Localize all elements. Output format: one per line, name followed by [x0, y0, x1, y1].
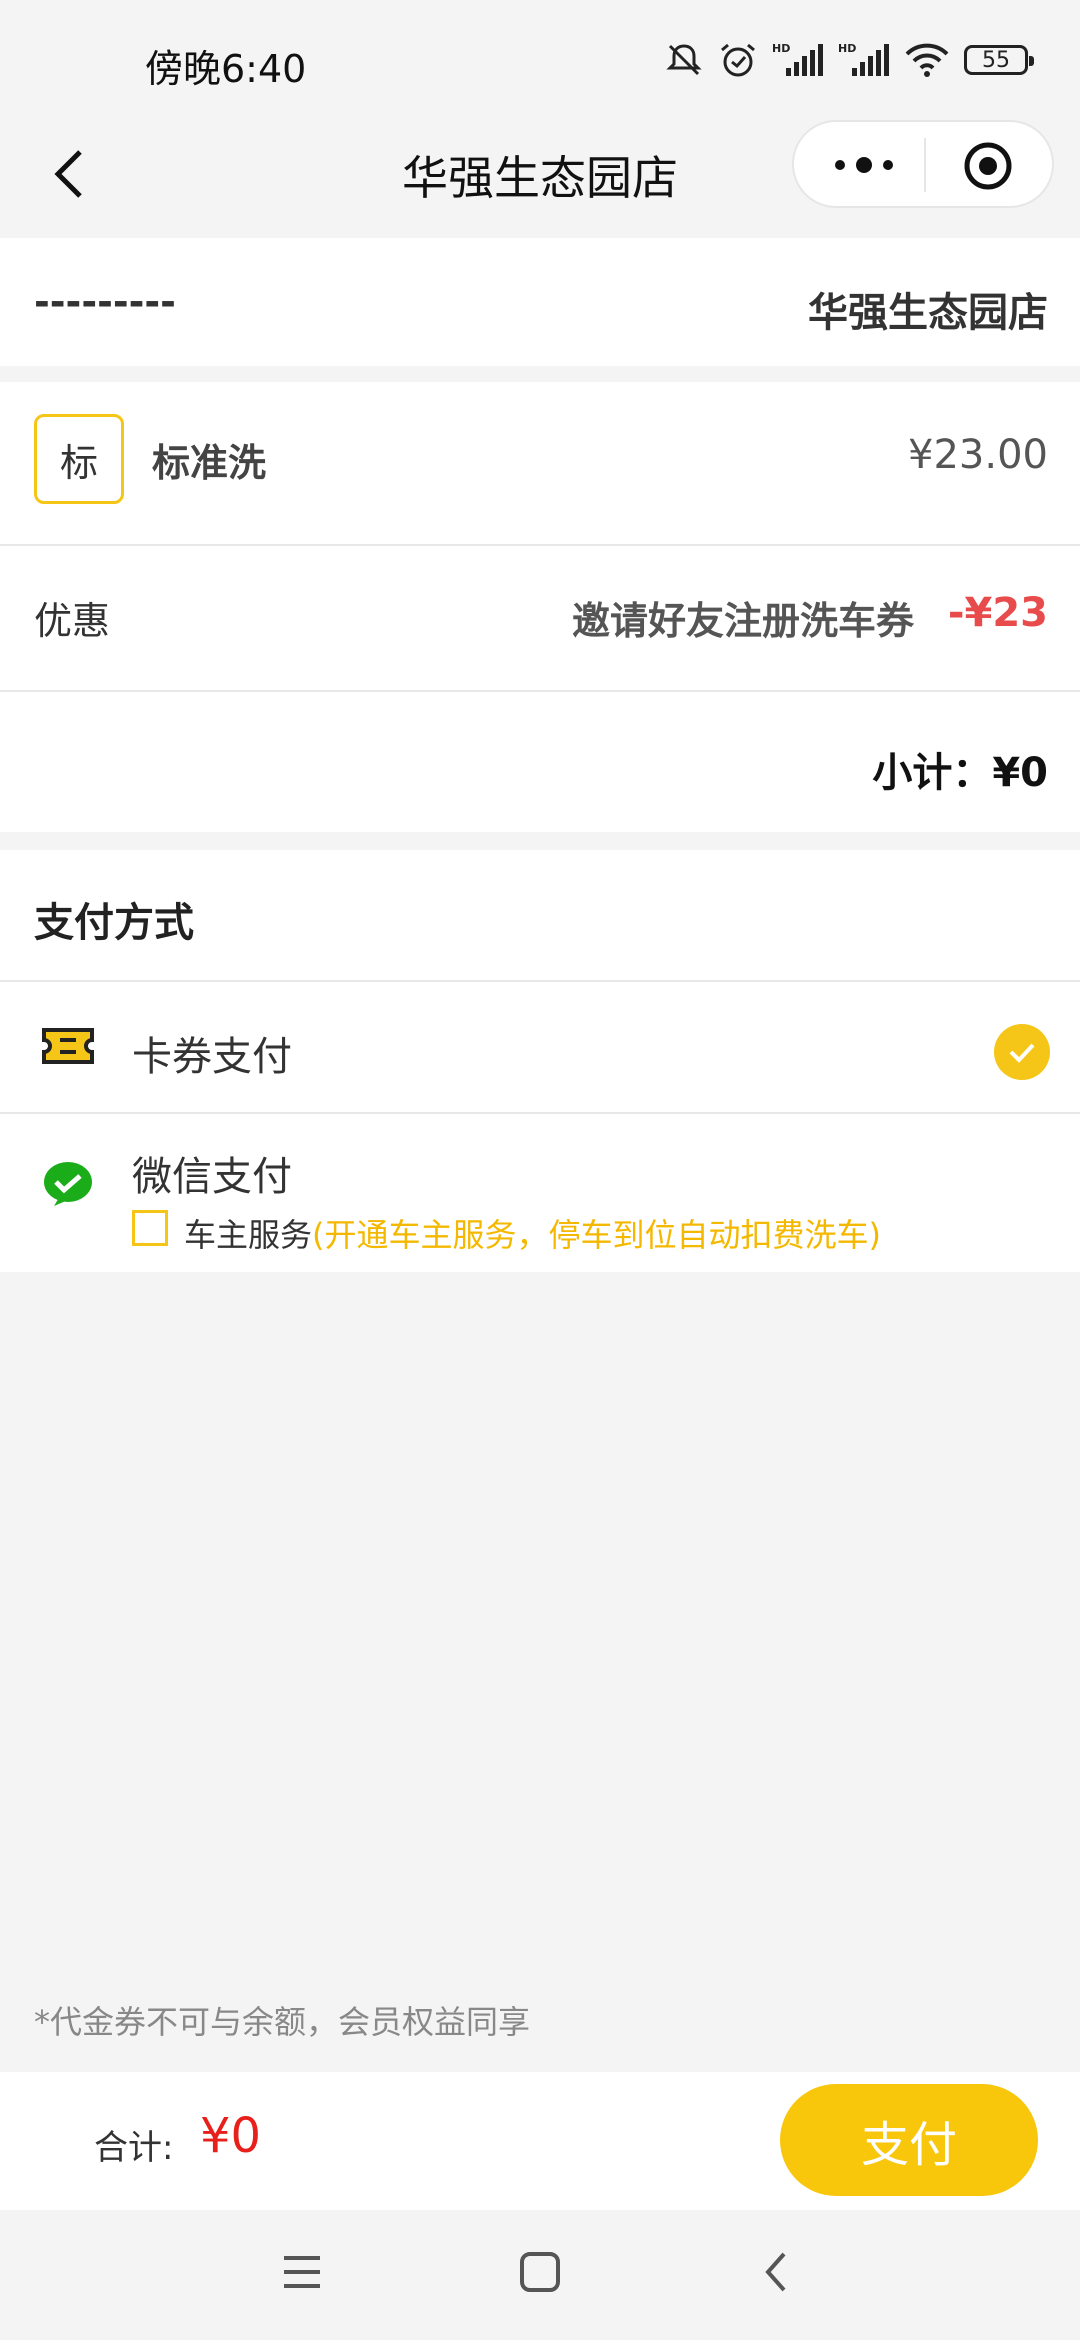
payment-option-coupon[interactable]: 卡券支付 — [0, 982, 1080, 1112]
payment-option-label: 卡券支付 — [132, 1034, 292, 1080]
signal-hd-icon: HD — [838, 42, 889, 76]
pay-button[interactable]: 支付 — [780, 2084, 1038, 2196]
selected-check-icon[interactable] — [994, 1024, 1050, 1080]
store-name: 华强生态园店 — [808, 290, 1048, 336]
ticket-icon — [42, 1028, 94, 1064]
payment-option-label: 微信支付 — [132, 1154, 292, 1200]
coupon-note: *代金券不可与余额，会员权益同享 — [34, 2003, 531, 2041]
service-tag: 标 — [34, 414, 124, 504]
svg-text:HD: HD — [772, 42, 790, 55]
more-dots-icon[interactable] — [824, 140, 904, 190]
subtotal-row: 小计：¥0 — [0, 692, 1080, 832]
status-time: 傍晚6:40 — [145, 47, 307, 91]
service-name: 标准洗 — [152, 441, 267, 485]
capsule-divider — [924, 138, 926, 192]
mini-program-capsule — [792, 120, 1054, 208]
nav-bar: 华强生态园店 — [0, 120, 1080, 228]
home-icon[interactable] — [518, 2250, 562, 2294]
discount-row[interactable]: 优惠 邀请好友注册洗车券 -¥23 — [0, 546, 1080, 690]
total-label: 合计: — [94, 2128, 174, 2168]
status-bar: 傍晚6:40 HD HD 55 — [0, 0, 1080, 120]
store-placeholder: --------- — [34, 280, 176, 324]
discount-label: 优惠 — [34, 599, 111, 643]
status-icons: HD HD 55 — [664, 40, 1034, 80]
discount-amount: -¥23 — [947, 590, 1048, 636]
subtotal: 小计：¥0 — [872, 750, 1048, 796]
payment-card: 支付方式 卡券支付 微信支付 — [0, 850, 1080, 1272]
svg-text:HD: HD — [838, 42, 856, 55]
bell-muted-icon — [666, 44, 702, 76]
alarm-icon — [721, 43, 755, 77]
battery-indicator: 55 — [964, 45, 1034, 75]
owner-service-text: 车主服务(开通车主服务，停车到位自动扣费洗车) — [184, 1210, 881, 1256]
close-target-icon[interactable] — [962, 140, 1014, 192]
checkout-bar: 合计: ¥0 支付 — [0, 2072, 1080, 2210]
service-price: ¥23.00 — [908, 432, 1048, 478]
store-card: --------- 华强生态园店 — [0, 238, 1080, 366]
wifi-icon — [905, 43, 949, 77]
owner-service-label: 车主服务 — [184, 1216, 313, 1254]
owner-service-hint: (开通车主服务，停车到位自动扣费洗车) — [312, 1216, 881, 1254]
order-card: 标 标准洗 ¥23.00 优惠 邀请好友注册洗车券 -¥23 小计：¥0 — [0, 382, 1080, 832]
system-nav-bar — [0, 2210, 1080, 2340]
discount-coupon-name: 邀请好友注册洗车券 — [571, 599, 914, 643]
wechat-icon — [44, 1162, 92, 1206]
total-value: ¥0 — [200, 2108, 262, 2164]
menu-icon[interactable] — [280, 2250, 324, 2294]
signal-hd-icon: HD — [772, 42, 823, 76]
payment-header: 支付方式 — [34, 900, 194, 946]
back-icon[interactable] — [756, 2250, 800, 2294]
owner-service-checkbox[interactable] — [132, 1210, 168, 1246]
